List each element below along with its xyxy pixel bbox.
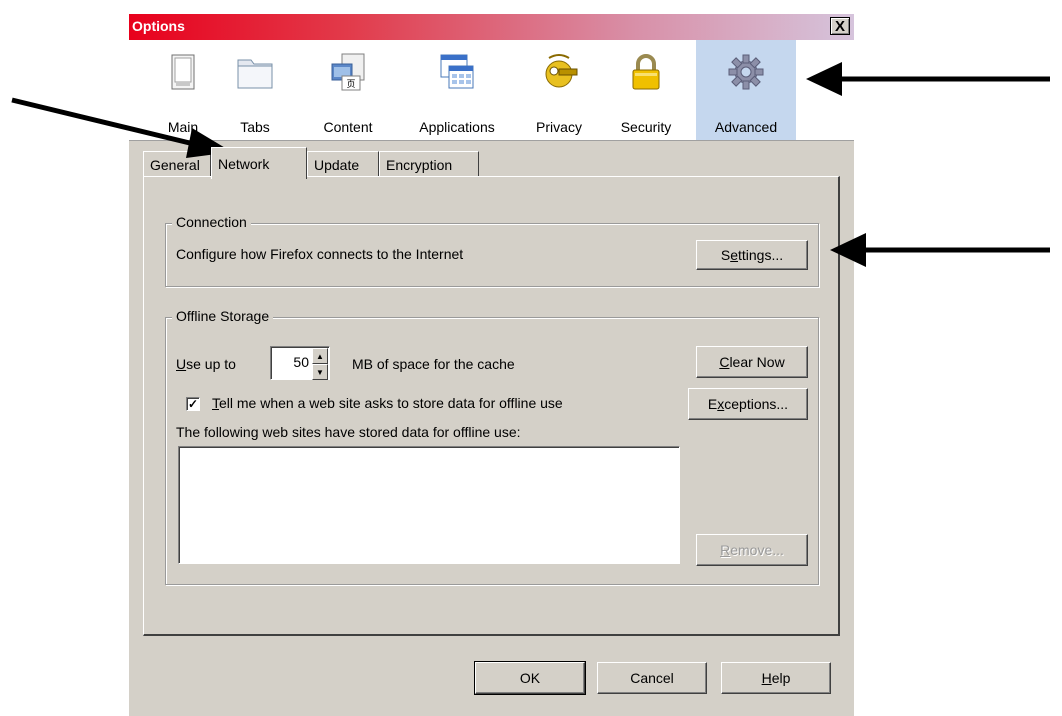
tab-network-label: Network — [218, 155, 270, 172]
arrow-to-network-tab-icon — [11, 97, 232, 158]
arrow-to-settings-icon — [830, 233, 1050, 267]
annotation-arrows — [11, 62, 1050, 267]
tab-network[interactable]: Network — [211, 147, 307, 179]
arrow-to-advanced-icon — [806, 62, 1050, 96]
